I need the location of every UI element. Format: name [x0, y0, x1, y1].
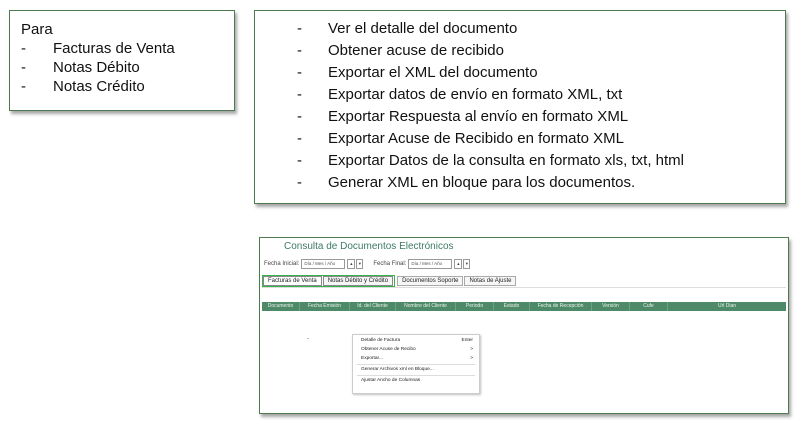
column-header-id-cliente[interactable]: Id. del Cliente [350, 302, 396, 311]
menu-separator [357, 364, 475, 365]
menu-item-obtener-acuse[interactable]: Obtener Acuse de Recibo > [361, 347, 473, 352]
column-header-periodo[interactable]: Periodo [456, 302, 494, 311]
date-filters: Fecha Inicial: Día / Mes / Año ▲ ▼ Fecha… [264, 259, 471, 269]
list-item: - Obtener acuse de recibido [297, 42, 504, 59]
fecha-final-input[interactable]: Día / Mes / Año [408, 259, 453, 269]
feature-list: - Ver el detalle del documento - Obtener a… [297, 18, 785, 194]
table-header: Documento Fecha Emisión Id. del Cliente … [262, 302, 786, 311]
column-header-fecha-recepcion[interactable]: Fecha de Recepción [530, 302, 592, 311]
menu-item-detalle-factura[interactable]: Detalle de Factura Enter [361, 338, 473, 343]
column-header-fecha-emision[interactable]: Fecha Emisión [300, 302, 350, 311]
app-title: Consulta de Documentos Electrónicos [284, 241, 454, 252]
column-header-documento[interactable]: Documento [262, 302, 300, 311]
chevron-right-icon: > [470, 347, 473, 352]
fecha-inicial-label: Fecha Inicial: [264, 261, 300, 267]
list-item: - Generar XML en bloque para los document… [297, 174, 636, 191]
column-header-nombre-cliente[interactable]: Nombre del Cliente [396, 302, 456, 311]
intro-text: Para [21, 21, 53, 38]
list-item: - Exportar el XML del documento [297, 64, 538, 81]
column-header-estado[interactable]: Estado [494, 302, 530, 311]
context-menu: Detalle de Factura Enter Obtener Acuse de… [352, 334, 480, 394]
menu-item-exportar[interactable]: Exportar... > [361, 356, 473, 361]
info-box-features: - Ver el detalle del documento - Obtener a… [254, 10, 786, 204]
menu-separator [357, 375, 475, 376]
list-item: - Exportar Acuse de Recibido en formato X… [297, 130, 624, 147]
fecha-inicial-dropdown-icon[interactable]: ▼ [356, 259, 364, 269]
list-item: - Notas Crédito [21, 78, 145, 95]
list-item: - Facturas de Venta [21, 40, 175, 57]
fecha-final-dropdown-icon[interactable]: ▼ [463, 259, 471, 269]
fecha-final-spinner[interactable]: ▲ [454, 259, 463, 269]
highlighted-tab-group: Facturas de Venta Notas Débito y Crédito [262, 275, 396, 287]
column-header-url-dian[interactable]: Url Dian [668, 302, 786, 311]
fecha-inicial-spinner[interactable]: ▲ [347, 259, 356, 269]
list-item: - Exportar datos de envío en formato XML,… [297, 86, 623, 103]
list-item: - Exportar Datos de la consulta en format… [297, 152, 684, 169]
divider [262, 287, 786, 288]
info-box-documents: Para - Facturas de Venta - Notas Débito -N… [9, 10, 235, 111]
document-type-list: - Facturas de Venta - Notas Débito - Notas … [21, 39, 223, 96]
menu-item-generar-xml-bloque[interactable]: Generar Archivos xml en Bloque... [361, 367, 473, 372]
column-header-version[interactable]: Versión [592, 302, 630, 311]
chevron-right-icon: > [470, 356, 473, 361]
list-item: - Ver el detalle del documento [297, 20, 518, 37]
app-screenshot: Consulta de Documentos Electrónicos Fech… [259, 237, 789, 414]
tab-notas-de-ajuste[interactable]: Notas de Ajuste [464, 276, 517, 286]
fecha-inicial-input[interactable]: Día / Mes / Año [301, 259, 346, 269]
tab-facturas-de-venta[interactable]: Facturas de Venta [263, 276, 322, 286]
cell-marker [307, 338, 309, 339]
document-tabs: Facturas de Venta Notas Débito y Crédito… [262, 275, 517, 287]
tab-notas-debito-credito[interactable]: Notas Débito y Crédito [322, 276, 394, 286]
column-header-cufe[interactable]: Cufe [630, 302, 668, 311]
fecha-final-label: Fecha Final: [373, 261, 407, 267]
menu-item-ajustar-ancho[interactable]: Ajustar Ancho de Columnas [361, 378, 473, 383]
list-item: - Notas Débito [21, 59, 140, 76]
list-item: - Exportar Respuesta al envío en formato … [297, 108, 629, 125]
tab-documentos-soporte[interactable]: Documentos Soporte [397, 276, 464, 286]
